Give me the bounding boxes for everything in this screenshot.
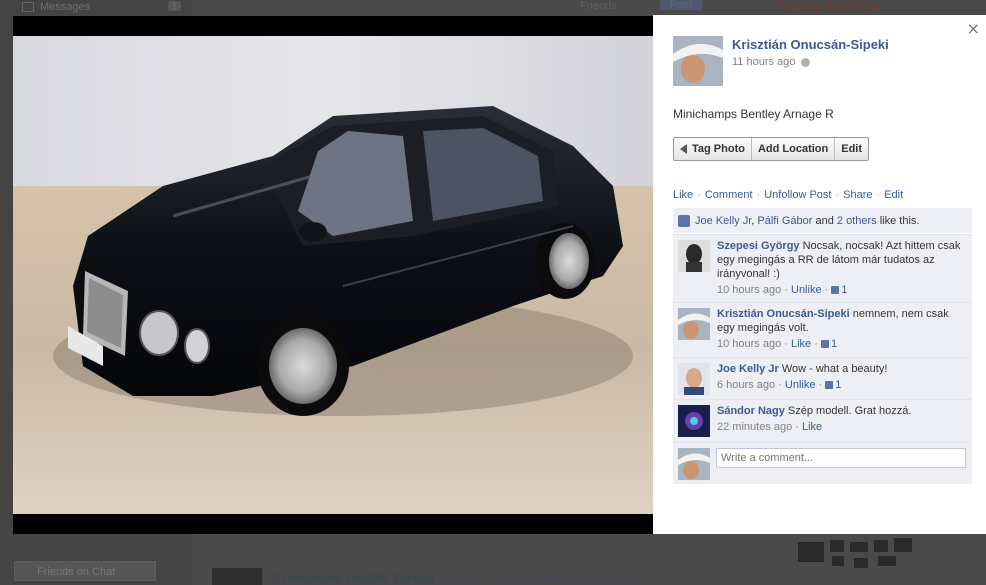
unlike-link[interactable]: Unlike <box>791 284 822 296</box>
comment-meta: 22 minutes ago · Like <box>717 421 823 433</box>
comment-link[interactable]: Comment <box>705 189 753 201</box>
author-avatar[interactable] <box>673 36 723 86</box>
comment-author[interactable]: Sándor Nagy <box>717 405 785 417</box>
photo-caption: Minichamps Bentley Arnage R <box>673 107 834 121</box>
messages-count-badge: 1 <box>168 1 182 11</box>
likes-comma: , <box>751 214 755 227</box>
small-thumb-icon <box>825 381 834 389</box>
messages-icon <box>22 2 34 12</box>
story-verb: shared <box>438 570 478 585</box>
share-link[interactable]: Share <box>843 189 872 201</box>
tag-photo-button[interactable]: Tag Photo <box>674 138 752 160</box>
comment-likes-count[interactable]: 1 <box>820 338 838 350</box>
unlike-link[interactable]: Unlike <box>785 379 816 391</box>
sidebar-profile-name: Pinaman Bronx Pan <box>776 0 880 12</box>
comment-like-number: 1 <box>841 284 848 296</box>
comment-meta: 10 hours ago · Like · 1 <box>717 338 838 350</box>
small-thumb-icon <box>820 340 829 348</box>
sidebar-item-messages: Messages 1 <box>22 1 182 13</box>
like-thumb-icon <box>678 214 690 227</box>
like-link[interactable]: Like <box>802 421 822 433</box>
photo-viewer <box>13 16 653 534</box>
tag-photo-label: Tag Photo <box>692 142 745 155</box>
comment-time[interactable]: 10 hours ago <box>717 284 781 296</box>
comment-author[interactable]: Krisztián Onucsán-Sipeki <box>717 308 850 320</box>
story-actor: Szentendre Festők Városa <box>272 570 435 585</box>
commenter-avatar[interactable] <box>678 308 710 340</box>
add-location-button[interactable]: Add Location <box>752 138 836 160</box>
photo-details-panel: × Krisztián Onucsán-Sipeki 11 hours ago … <box>653 15 986 534</box>
current-user-avatar <box>678 448 710 480</box>
story-headline: Szentendre Festők Városa shared Szentend… <box>272 570 646 585</box>
comment-item: Joe Kelly Jr Wow - what a beauty! 6 hour… <box>673 357 972 399</box>
public-globe-icon[interactable] <box>801 57 811 67</box>
commenter-avatar[interactable] <box>678 405 710 437</box>
background-photo-thumbnails <box>798 538 918 585</box>
like-link[interactable]: Like <box>673 189 693 201</box>
story-thumbnail <box>212 568 262 585</box>
comment-text: Wow - what a beauty! <box>781 363 888 375</box>
photo-action-buttons: Tag Photo Add Location Edit <box>673 137 870 161</box>
comment-time[interactable]: 6 hours ago <box>717 379 775 391</box>
edit-button[interactable]: Edit <box>835 138 868 160</box>
comment-meta: 10 hours ago · Unlike · 1 <box>717 284 848 296</box>
comment-author[interactable]: Szepesi György <box>717 240 800 252</box>
others-link[interactable]: 2 others <box>837 215 877 227</box>
tag-icon <box>680 144 687 154</box>
like-link[interactable]: Like <box>791 338 811 350</box>
commenter-avatar[interactable] <box>678 363 710 395</box>
comment-meta: 6 hours ago · Unlike · 1 <box>717 379 842 391</box>
comment-item: Sándor Nagy Szép modell. Grat hozzá. 22 … <box>673 399 972 442</box>
bentley-model-photo <box>13 36 653 514</box>
likes-summary: Joe Kelly Jr, Pálfi Gábor and 2 others l… <box>673 208 972 233</box>
comment-item: Szepesi György Nocsak, nocsak! Azt hitte… <box>673 234 972 302</box>
edit-link[interactable]: Edit <box>884 189 903 201</box>
story-object: Szentendre Város Hivatásos <box>481 570 647 585</box>
car-photo[interactable] <box>13 36 653 514</box>
liker-link[interactable]: Joe Kelly Jr <box>695 215 751 227</box>
post-time: 11 hours ago <box>732 56 811 68</box>
comment-input[interactable] <box>716 448 966 468</box>
comment-likes-count[interactable]: 1 <box>825 379 841 391</box>
comment-author[interactable]: Joe Kelly Jr <box>717 363 779 375</box>
comment-item: Krisztián Onucsán-Sipeki nemnem, nem csa… <box>673 302 972 357</box>
liker-link[interactable]: Pálfi Gábor <box>757 215 812 227</box>
comment-time[interactable]: 22 minutes ago <box>717 421 792 433</box>
comment-time[interactable]: 10 hours ago <box>717 338 781 350</box>
likes-suffix: like this. <box>879 214 920 227</box>
commenter-avatar[interactable] <box>678 240 710 272</box>
chat-bar: Friends on Chat <box>14 561 156 581</box>
unfollow-post-link[interactable]: Unfollow Post <box>764 189 831 201</box>
author-name[interactable]: Krisztián Onucsán-Sipeki <box>732 37 889 52</box>
post-button: Post <box>660 0 703 11</box>
post-actions: Like · Comment · Unfollow Post · Share · Edit <box>673 189 904 201</box>
friends-dropdown: Friends <box>580 0 617 12</box>
close-icon[interactable]: × <box>967 19 980 38</box>
comment-like-number: 1 <box>835 379 842 391</box>
write-comment-row <box>673 442 972 484</box>
small-thumb-icon <box>831 286 840 294</box>
timestamp[interactable]: 11 hours ago <box>732 56 795 68</box>
comment-like-number: 1 <box>830 338 838 350</box>
comment-text: Szép modell. Grat hozzá. <box>787 405 912 417</box>
messages-label: Messages <box>40 1 91 13</box>
likes-and: and <box>815 214 834 227</box>
comment-likes-count[interactable]: 1 <box>831 284 847 296</box>
